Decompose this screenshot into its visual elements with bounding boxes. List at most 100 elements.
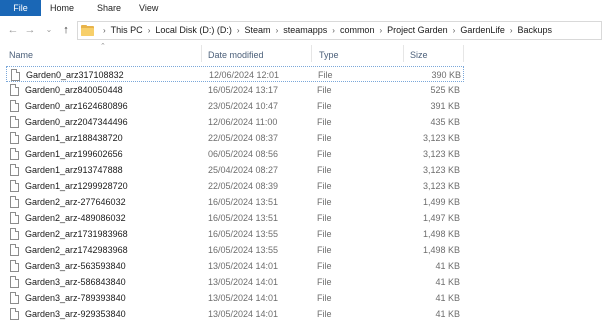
file-type: File bbox=[317, 149, 332, 159]
chevron-right-icon[interactable]: › bbox=[379, 26, 382, 35]
file-name: Garden3_arz-929353840 bbox=[25, 309, 126, 319]
file-size: 41 KB bbox=[435, 293, 460, 303]
file-row[interactable]: Garden1_arz188438720 22/05/2024 08:37 File… bbox=[6, 130, 464, 146]
address-bar[interactable]: › This PC › Local Disk (D:) (D:) › Steam › stea… bbox=[77, 21, 602, 40]
file-type: File bbox=[317, 85, 332, 95]
file-row[interactable]: Garden2_arz-489086032 16/05/2024 13:51 Fil… bbox=[6, 210, 464, 226]
file-name: Garden3_arz-789393840 bbox=[25, 293, 126, 303]
file-row[interactable]: Garden0_arz840050448 16/05/2024 13:17 File… bbox=[6, 82, 464, 98]
tab-view[interactable]: View bbox=[139, 0, 158, 16]
column-divider[interactable] bbox=[201, 45, 202, 62]
chevron-right-icon[interactable]: › bbox=[510, 26, 513, 35]
file-date-modified: 16/05/2024 13:51 bbox=[208, 197, 279, 207]
column-divider[interactable] bbox=[403, 45, 404, 62]
file-size: 1,499 KB bbox=[422, 197, 460, 207]
file-row[interactable]: Garden3_arz-586843840 13/05/2024 14:01 Fil… bbox=[6, 274, 464, 290]
file-row[interactable]: Garden2_arz1742983968 16/05/2024 13:55 Fil… bbox=[6, 242, 464, 258]
file-date-modified: 22/05/2024 08:37 bbox=[208, 133, 279, 143]
navigation-bar: ← → ⌄ ↑ › This PC › Local Disk (D:) (D:) › St… bbox=[0, 19, 602, 43]
file-type: File bbox=[317, 165, 332, 175]
breadcrumb-local-disk[interactable]: Local Disk (D:) (D:) bbox=[155, 25, 232, 35]
chevron-right-icon[interactable]: › bbox=[276, 26, 279, 35]
file-size: 391 KB bbox=[430, 101, 460, 111]
file-date-modified: 06/05/2024 08:56 bbox=[208, 149, 279, 159]
breadcrumb-steam[interactable]: Steam bbox=[245, 25, 271, 35]
file-icon bbox=[10, 228, 19, 240]
chevron-right-icon[interactable]: › bbox=[453, 26, 456, 35]
file-icon bbox=[11, 69, 20, 81]
file-row[interactable]: Garden3_arz-789393840 13/05/2024 14:01 Fil… bbox=[6, 290, 464, 306]
file-icon bbox=[10, 212, 19, 224]
file-name: Garden2_arz-277646032 bbox=[25, 197, 126, 207]
file-type: File bbox=[317, 213, 332, 223]
chevron-right-icon[interactable]: › bbox=[148, 26, 151, 35]
file-size: 41 KB bbox=[435, 309, 460, 319]
back-arrow-icon[interactable]: ← bbox=[7, 23, 19, 37]
file-type: File bbox=[317, 309, 332, 319]
file-size: 1,497 KB bbox=[422, 213, 460, 223]
file-name: Garden2_arz1731983968 bbox=[25, 229, 128, 239]
column-divider[interactable] bbox=[311, 45, 312, 62]
breadcrumb-gardenlife[interactable]: GardenLife bbox=[460, 25, 505, 35]
file-icon bbox=[10, 276, 19, 288]
file-icon bbox=[10, 292, 19, 304]
tab-file[interactable]: File bbox=[0, 0, 41, 16]
breadcrumb-this-pc[interactable]: This PC bbox=[111, 25, 143, 35]
file-size: 3,123 KB bbox=[422, 149, 460, 159]
file-row[interactable]: Garden0_arz317108832 12/06/2024 12:01 File… bbox=[6, 66, 464, 82]
file-date-modified: 25/04/2024 08:27 bbox=[208, 165, 279, 175]
file-icon bbox=[10, 100, 19, 112]
recent-locations-chevron-icon[interactable]: ⌄ bbox=[43, 23, 55, 37]
file-size: 41 KB bbox=[435, 277, 460, 287]
file-row[interactable]: Garden0_arz1624680896 23/05/2024 10:47 Fil… bbox=[6, 98, 464, 114]
breadcrumb-backups[interactable]: Backups bbox=[518, 25, 553, 35]
file-row[interactable]: Garden2_arz-277646032 16/05/2024 13:51 Fil… bbox=[6, 194, 464, 210]
file-date-modified: 16/05/2024 13:17 bbox=[208, 85, 279, 95]
breadcrumb: › This PC › Local Disk (D:) (D:) › Steam › stea… bbox=[98, 22, 552, 39]
breadcrumb-common[interactable]: common bbox=[340, 25, 375, 35]
file-row[interactable]: Garden0_arz2047344496 12/06/2024 11:00 Fil… bbox=[6, 114, 464, 130]
file-icon bbox=[10, 260, 19, 272]
sort-caret-icon: ⌃ bbox=[100, 43, 106, 50]
file-date-modified: 16/05/2024 13:55 bbox=[208, 245, 279, 255]
file-row[interactable]: Garden1_arz913747888 25/04/2024 08:27 File… bbox=[6, 162, 464, 178]
file-date-modified: 13/05/2024 14:01 bbox=[208, 309, 279, 319]
breadcrumb-project-garden[interactable]: Project Garden bbox=[387, 25, 448, 35]
file-icon bbox=[10, 196, 19, 208]
column-header-size[interactable]: Size bbox=[410, 49, 428, 61]
file-size: 41 KB bbox=[435, 261, 460, 271]
column-header-type[interactable]: Type bbox=[319, 49, 339, 61]
chevron-right-icon[interactable]: › bbox=[103, 26, 106, 35]
chevron-right-icon[interactable]: › bbox=[237, 26, 240, 35]
file-size: 3,123 KB bbox=[422, 165, 460, 175]
tab-share[interactable]: Share bbox=[97, 0, 121, 16]
file-date-modified: 16/05/2024 13:55 bbox=[208, 229, 279, 239]
file-icon bbox=[10, 116, 19, 128]
column-header-date-modified[interactable]: Date modified bbox=[208, 49, 264, 61]
file-date-modified: 13/05/2024 14:01 bbox=[208, 293, 279, 303]
breadcrumb-steamapps[interactable]: steamapps bbox=[283, 25, 327, 35]
file-icon bbox=[10, 164, 19, 176]
file-row[interactable]: Garden2_arz1731983968 16/05/2024 13:55 Fil… bbox=[6, 226, 464, 242]
file-size: 3,123 KB bbox=[422, 133, 460, 143]
tab-home[interactable]: Home bbox=[50, 0, 74, 16]
file-row[interactable]: Garden1_arz1299928720 22/05/2024 08:39 Fil… bbox=[6, 178, 464, 194]
column-divider[interactable] bbox=[463, 45, 464, 62]
column-header-name[interactable]: Name bbox=[9, 49, 33, 61]
file-date-modified: 22/05/2024 08:39 bbox=[208, 181, 279, 191]
file-row[interactable]: Garden3_arz-929353840 13/05/2024 14:01 Fil… bbox=[6, 306, 464, 322]
file-row[interactable]: Garden1_arz199602656 06/05/2024 08:56 File… bbox=[6, 146, 464, 162]
file-size: 435 KB bbox=[430, 117, 460, 127]
file-row[interactable]: Garden3_arz-563593840 13/05/2024 14:01 Fil… bbox=[6, 258, 464, 274]
forward-arrow-icon[interactable]: → bbox=[24, 23, 36, 37]
file-name: Garden1_arz913747888 bbox=[25, 165, 123, 175]
file-name: Garden0_arz840050448 bbox=[25, 85, 123, 95]
up-arrow-icon[interactable]: ↑ bbox=[60, 23, 72, 37]
chevron-right-icon[interactable]: › bbox=[332, 26, 335, 35]
file-type: File bbox=[317, 293, 332, 303]
file-type: File bbox=[317, 277, 332, 287]
file-name: Garden2_arz1742983968 bbox=[25, 245, 128, 255]
file-type: File bbox=[317, 229, 332, 239]
file-icon bbox=[10, 84, 19, 96]
file-icon bbox=[10, 180, 19, 192]
